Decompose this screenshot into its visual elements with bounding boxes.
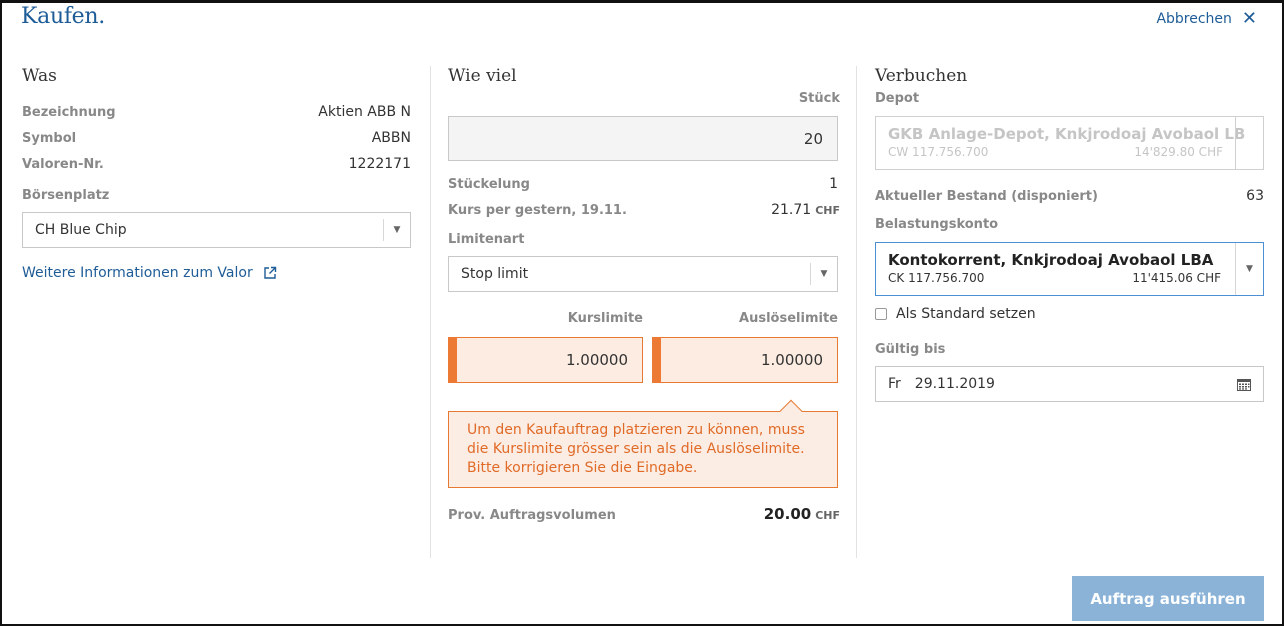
debit-account-name: Kontokorrent, Knkjrodoaj Avobaol LBA [888, 251, 1214, 269]
verbuchen-section: Verbuchen Depot GKB Anlage-Depot, Knkjro… [875, 66, 1264, 402]
debit-account-number: CK 117.756.700 [888, 271, 985, 285]
price-row: Kurs per gestern, 19.11. 21.71 CHF [448, 202, 840, 228]
valor-number-row: Valoren-Nr. 1222171 [22, 156, 411, 182]
close-icon[interactable]: ✕ [1242, 10, 1257, 28]
exchange-select[interactable]: CH Blue Chip ▼ [22, 212, 411, 248]
order-volume-row: Prov. Auftragsvolumen 20.00 CHF [448, 505, 840, 531]
external-link-icon [264, 266, 276, 279]
more-info-link-label: Weitere Informationen zum Valor [22, 265, 253, 281]
valid-until-date-field[interactable]: Fr 29.11.2019 [875, 366, 1264, 402]
depot-name: GKB Anlage-Depot, Knkjrodoaj Avobaol LB [888, 125, 1246, 143]
exchange-label: Börsenplatz [22, 188, 110, 203]
symbol-value: ABBN [371, 130, 411, 146]
valid-until-date: 29.11.2019 [914, 376, 995, 392]
depot-select: GKB Anlage-Depot, Knkjrodoaj Avobaol LB … [875, 116, 1264, 170]
limit-price-value: 1.00000 [565, 351, 628, 369]
denomination-label: Stückelung [448, 177, 530, 192]
execute-order-button[interactable]: Auftrag ausführen [1072, 576, 1264, 621]
wie-viel-heading: Wie viel [448, 66, 517, 86]
error-marker [652, 337, 661, 383]
trigger-price-input[interactable]: 1.00000 [652, 337, 838, 383]
chevron-down-icon[interactable]: ▼ [1235, 243, 1263, 295]
column-divider [856, 66, 857, 558]
exchange-select-value: CH Blue Chip [35, 222, 127, 238]
was-section: Was Bezeichnung Aktien ABB N Symbol ABBN… [22, 66, 411, 281]
valor-number-label: Valoren-Nr. [22, 157, 104, 172]
order-volume-currency: CHF [815, 509, 840, 522]
valid-until-label: Gültig bis [875, 342, 946, 357]
debit-account-select[interactable]: Kontokorrent, Knkjrodoaj Avobaol LBA CK … [875, 242, 1264, 296]
debit-account-balance: 11'415.06 CHF [1132, 271, 1221, 285]
security-name-label: Bezeichnung [22, 105, 116, 120]
limit-type-select[interactable]: Stop limit ▼ [448, 256, 838, 292]
cancel-label: Abbrechen [1156, 11, 1232, 27]
holdings-value: 63 [1246, 188, 1264, 204]
valor-number-value: 1222171 [348, 156, 411, 172]
trigger-price-value: 1.00000 [760, 351, 823, 369]
chevron-down-icon[interactable]: ▼ [383, 219, 410, 241]
quantity-label: Stück [798, 91, 840, 106]
default-checkbox-row[interactable]: Als Standard setzen [875, 306, 1264, 322]
limit-type-label: Limitenart [448, 232, 525, 247]
valid-until-day: Fr [888, 376, 901, 392]
limit-type-select-value: Stop limit [461, 266, 529, 282]
order-volume-label: Prov. Auftragsvolumen [448, 508, 616, 523]
calendar-icon[interactable] [1237, 378, 1251, 391]
quantity-input[interactable]: 20 [448, 116, 838, 161]
validation-error-text: Um den Kaufauftrag platzieren zu können,… [467, 422, 805, 476]
symbol-label: Symbol [22, 131, 77, 146]
error-marker [448, 337, 457, 383]
security-name-value: Aktien ABB N [318, 104, 411, 120]
debit-account-label: Belastungskonto [875, 217, 999, 232]
validation-error-message: Um den Kaufauftrag platzieren zu können,… [448, 399, 838, 488]
wie-viel-section: Wie viel Stück 20 Stückelung 1 Kurs per … [448, 66, 840, 531]
order-volume-value: 20.00 [763, 505, 812, 523]
depot-number: CW 117.756.700 [888, 145, 989, 159]
trigger-label: Auslöselimite [739, 311, 838, 326]
symbol-row: Symbol ABBN [22, 130, 411, 156]
holdings-row: Aktueller Bestand (disponiert) 63 [875, 188, 1264, 214]
price-currency: CHF [815, 204, 840, 217]
depot-balance: 14'829.80 CHF [1134, 145, 1223, 159]
cancel-button[interactable]: Abbrechen ✕ [1156, 10, 1257, 28]
depot-select-handle [1235, 117, 1263, 169]
quantity-input-value: 20 [803, 129, 823, 148]
denomination-value: 1 [829, 176, 838, 192]
default-checkbox[interactable] [875, 308, 887, 320]
limit-price-input[interactable]: 1.00000 [448, 337, 643, 383]
holdings-label: Aktueller Bestand (disponiert) [875, 189, 1098, 204]
limit-label: Kurslimite [567, 311, 643, 326]
price-label: Kurs per gestern, 19.11. [448, 203, 627, 218]
security-name-row: Bezeichnung Aktien ABB N [22, 104, 411, 130]
default-checkbox-label: Als Standard setzen [896, 306, 1036, 322]
more-info-link[interactable]: Weitere Informationen zum Valor [22, 265, 411, 281]
was-heading: Was [22, 66, 57, 86]
dialog-title: Kaufen. [21, 4, 105, 29]
denomination-row: Stückelung 1 [448, 176, 838, 202]
depot-label: Depot [875, 91, 920, 106]
column-divider [430, 66, 431, 558]
chevron-down-icon[interactable]: ▼ [810, 263, 837, 285]
verbuchen-heading: Verbuchen [875, 66, 968, 86]
price-value: 21.71 [771, 202, 812, 218]
